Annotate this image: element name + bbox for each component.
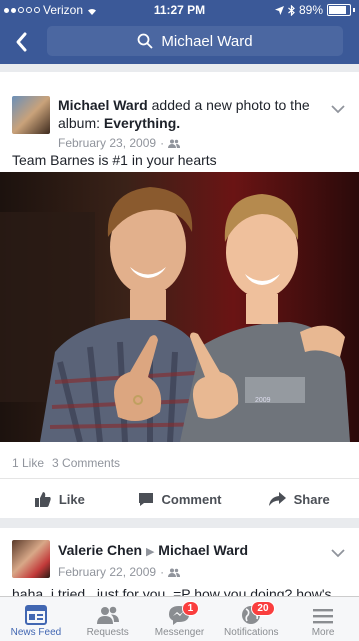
like-count[interactable]: 1 Like [12, 456, 44, 470]
chevron-down-icon[interactable] [331, 104, 345, 114]
friend-requests-icon [96, 606, 119, 624]
tab-label: Messenger [154, 627, 205, 638]
thumbs-up-icon [34, 491, 51, 507]
comment-button[interactable]: Comment [120, 479, 240, 519]
bluetooth-icon [288, 4, 295, 16]
location-arrow-icon [274, 5, 284, 15]
battery-percent: 89% [298, 3, 323, 17]
post-date[interactable]: February 22, 2009 [58, 563, 156, 581]
search-query: Michael Ward [161, 32, 253, 50]
tab-label: Notifications [224, 627, 279, 638]
post-meta: February 23, 2009 · [58, 134, 328, 152]
post-text: Team Barnes is #1 in your hearts [12, 152, 217, 168]
status-bar: Verizon 11:27 PM 89% [0, 0, 359, 20]
post-header: Michael Ward added a new photo to the al… [58, 96, 328, 152]
news-feed-icon [24, 605, 47, 625]
author-name[interactable]: Michael Ward [58, 97, 148, 113]
meta-separator: · [160, 136, 165, 150]
post-header: Valerie Chen ▶ Michael Ward February 22,… [58, 541, 328, 581]
post-action-bar: Like Comment Share [0, 478, 359, 519]
wall-arrow-icon: ▶ [145, 546, 155, 558]
author-name[interactable]: Valerie Chen [58, 542, 142, 558]
meta-separator: · [160, 565, 165, 579]
post-date[interactable]: February 23, 2009 [58, 134, 156, 152]
post-text: haha, i tried...just for you. =P how you… [12, 586, 332, 596]
comment-bubble-icon [138, 492, 153, 506]
bottom-tab-bar: News Feed Requests Messenger 1 Notificat… [0, 596, 359, 641]
search-icon [138, 33, 154, 49]
share-arrow-icon [268, 492, 286, 506]
post-meta: February 22, 2009 · [58, 563, 328, 581]
share-button[interactable]: Share [239, 479, 359, 519]
comment-count[interactable]: 3 Comments [52, 456, 120, 470]
author-avatar[interactable] [12, 540, 50, 578]
like-label: Like [58, 491, 85, 507]
tab-notifications[interactable]: Notifications 20 [215, 597, 287, 641]
shirt-print-text: 2009 [255, 397, 271, 404]
top-nav-bar: Verizon 11:27 PM 89% Michael Ward [0, 0, 359, 64]
tab-requests[interactable]: Requests [72, 597, 144, 641]
tab-label: More [311, 627, 335, 638]
status-right: 89% [274, 3, 355, 17]
tab-label: Requests [86, 627, 129, 638]
album-name[interactable]: Everything. [104, 115, 180, 131]
author-avatar[interactable] [12, 96, 50, 134]
post-photo[interactable]: 2009 [0, 172, 359, 442]
like-button[interactable]: Like [0, 479, 120, 519]
post-card: Valerie Chen ▶ Michael Ward February 22,… [0, 528, 359, 596]
tab-more[interactable]: More [287, 597, 359, 641]
friends-privacy-icon [168, 568, 181, 577]
tab-label: News Feed [10, 627, 62, 638]
battery-tip [353, 8, 355, 12]
battery-icon [327, 4, 351, 16]
post-stats: 1 Like 3 Comments [12, 456, 120, 470]
notification-badge: 20 [251, 601, 275, 616]
search-input[interactable]: Michael Ward [47, 26, 343, 56]
feed[interactable]: Michael Ward added a new photo to the al… [0, 64, 359, 596]
notification-badge: 1 [181, 601, 200, 616]
back-chevron-icon[interactable] [8, 28, 36, 56]
chevron-down-icon[interactable] [331, 548, 345, 558]
tab-news-feed[interactable]: News Feed [0, 597, 72, 641]
comment-label: Comment [161, 491, 222, 507]
friends-privacy-icon [168, 139, 181, 148]
share-label: Share [293, 491, 330, 507]
menu-icon [313, 609, 334, 624]
tab-messenger[interactable]: Messenger 1 [144, 597, 216, 641]
wall-target-name[interactable]: Michael Ward [158, 542, 248, 558]
post-card: Michael Ward added a new photo to the al… [0, 72, 359, 518]
